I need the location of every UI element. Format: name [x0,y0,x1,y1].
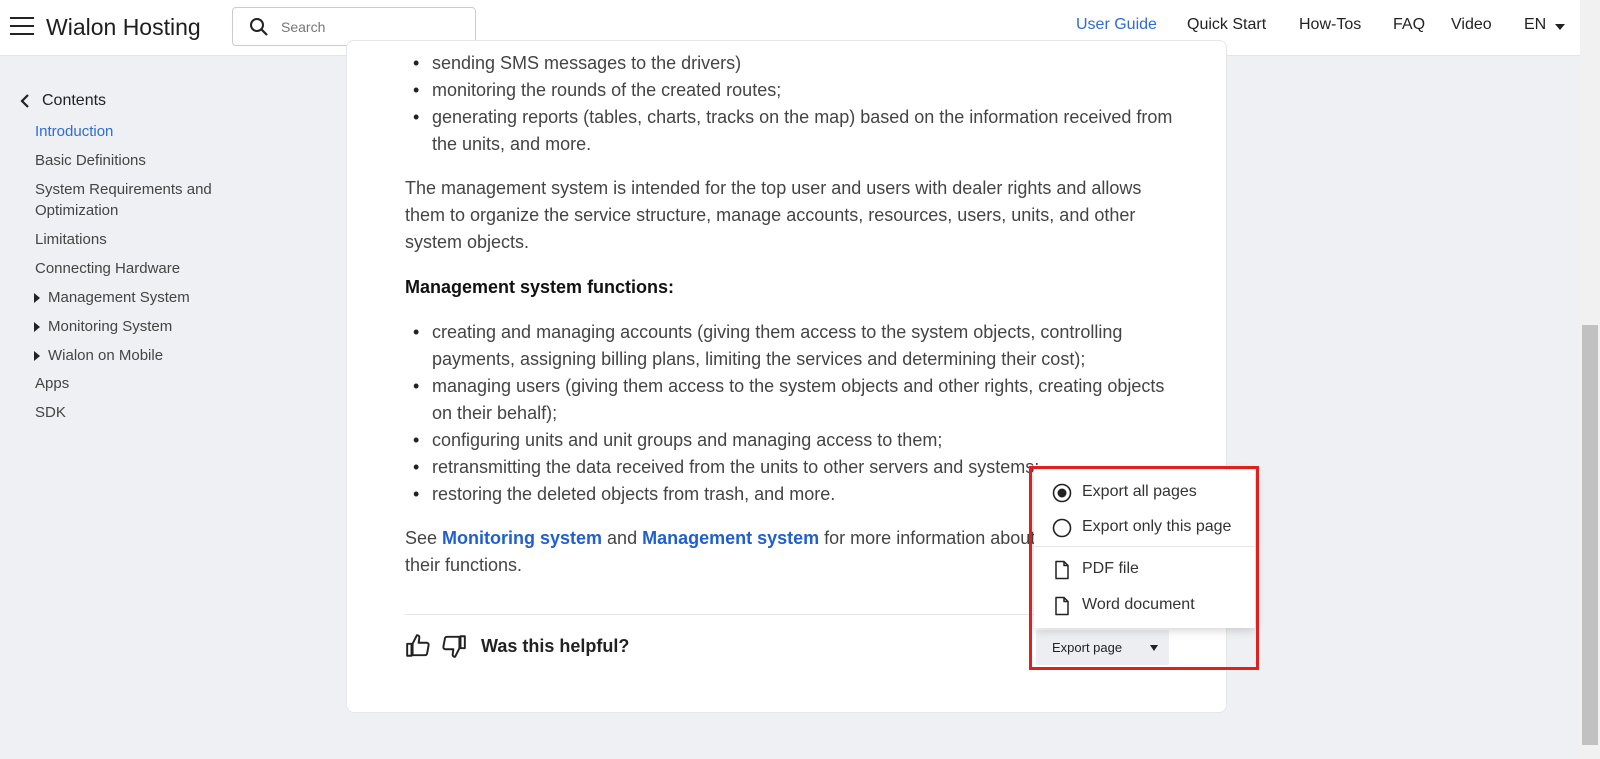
link-management-system[interactable]: Management system [642,528,819,548]
feedback-bar: Was this helpful? [405,633,629,659]
bullet-list-top: sending SMS messages to the drivers) mon… [405,50,1185,158]
toc-limitations[interactable]: Limitations [35,229,285,250]
option-label: Word document [1082,596,1195,613]
list-item: sending SMS messages to the drivers) [405,50,1185,77]
toc-label: Management System [48,289,190,306]
nav-video[interactable]: Video [1451,16,1492,34]
thumbs-up-icon[interactable] [405,633,431,659]
file-icon [1055,560,1069,580]
expand-arrow-icon[interactable] [34,351,40,361]
option-label: Export all pages [1082,483,1197,500]
chevron-left-icon [20,94,29,108]
toc-apps[interactable]: Apps [35,373,285,394]
expand-arrow-icon[interactable] [34,293,40,303]
radio-selected-icon[interactable] [1052,483,1072,503]
link-monitoring-system[interactable]: Monitoring system [442,528,602,548]
option-label: PDF file [1082,560,1139,577]
paragraph-management-system: The management system is intended for th… [405,178,1142,252]
option-export-this-page[interactable]: Export only this page [1034,510,1255,544]
contents-toggle[interactable]: Contents [18,92,106,110]
language-selector[interactable]: EN [1524,16,1546,34]
search-icon [250,18,268,36]
option-word-document[interactable]: Word document [1034,588,1255,622]
toc-introduction[interactable]: Introduction [35,121,285,142]
toc-basic-definitions[interactable]: Basic Definitions [35,150,285,171]
nav-user-guide[interactable]: User Guide [1076,16,1157,34]
option-export-all-pages[interactable]: Export all pages [1034,475,1255,509]
text: and [602,528,643,548]
search-input[interactable] [281,16,461,38]
thumbs-down-icon[interactable] [441,633,467,659]
export-page-button[interactable]: Export page [1036,630,1169,665]
list-item: creating and managing accounts (giving t… [405,319,1185,373]
toc-sdk[interactable]: SDK [35,402,285,423]
contents-label: Contents [42,92,107,109]
export-button-label: Export page [1052,640,1123,655]
toc-connecting-hardware[interactable]: Connecting Hardware [35,258,285,279]
list-item: configuring units and unit groups and ma… [405,427,1185,454]
radio-unselected-icon[interactable] [1052,518,1072,538]
nav-how-tos[interactable]: How-Tos [1299,16,1361,34]
option-pdf-file[interactable]: PDF file [1034,552,1255,586]
list-item: monitoring the rounds of the created rou… [405,77,1185,104]
toc-label: Wialon on Mobile [48,347,164,364]
text: See [405,528,443,548]
list-item: managing users (giving them access to th… [405,373,1185,427]
toc-monitoring-system[interactable]: Monitoring System [34,316,298,337]
scrollbar-thumb[interactable] [1582,325,1598,745]
chevron-down-icon[interactable] [1555,24,1565,30]
section-heading: Management system functions: [405,277,675,297]
menu-divider [1034,546,1255,547]
option-label: Export only this page [1082,518,1232,535]
see-also-paragraph: See Monitoring system and Management sys… [405,525,1055,579]
list-item: generating reports (tables, charts, trac… [405,104,1185,158]
feedback-question: Was this helpful? [481,635,630,656]
toc-label: Monitoring System [48,318,173,335]
expand-arrow-icon[interactable] [34,322,40,332]
export-menu: Export all pages Export only this page P… [1034,470,1255,628]
caret-down-icon [1150,645,1158,651]
toc-management-system[interactable]: Management System [34,287,298,308]
toc-system-requirements[interactable]: System Requirements and Optimization [35,179,250,221]
nav-faq[interactable]: FAQ [1393,16,1425,34]
page-scrollbar[interactable] [1580,0,1600,759]
file-icon [1055,596,1069,616]
brand-title[interactable]: Wialon Hosting [46,14,201,41]
toc-wialon-on-mobile[interactable]: Wialon on Mobile [34,345,298,366]
menu-icon[interactable] [10,17,34,37]
nav-quick-start[interactable]: Quick Start [1187,16,1266,34]
